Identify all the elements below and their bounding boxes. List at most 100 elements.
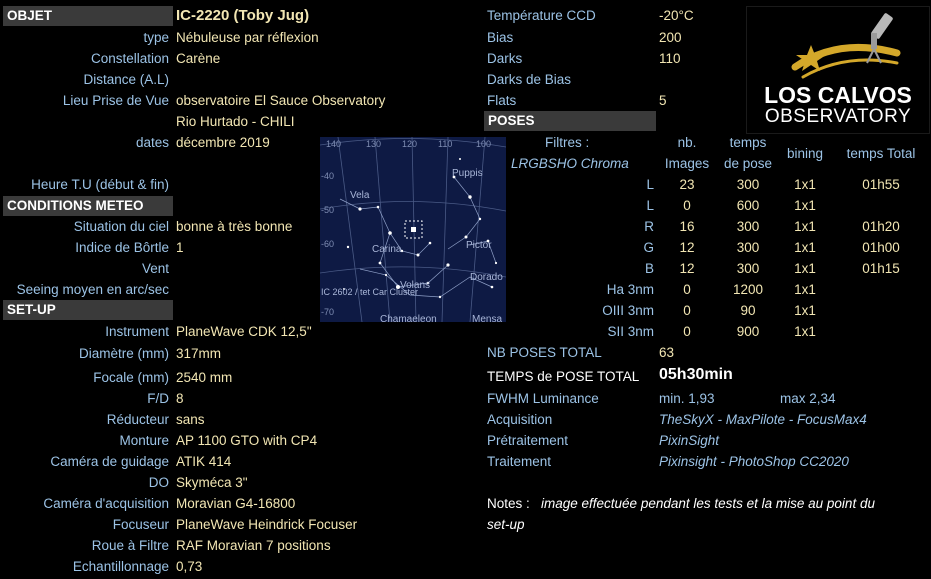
label-focuseur: Focuseur	[112, 517, 169, 532]
col-header-temps: temps	[729, 135, 767, 150]
value-bortle: 1	[176, 240, 184, 255]
value-pretraitement: PixinSight	[659, 433, 720, 448]
label-reducteur: Réducteur	[106, 412, 169, 427]
pose-time: 600	[736, 198, 760, 213]
pose-time: 1200	[732, 282, 764, 297]
notes-line-2: set-up	[487, 517, 525, 532]
pose-total: 01h55	[862, 177, 900, 192]
section-header-meteo: CONDITIONS METEO	[3, 196, 173, 216]
label-chamaeleon: Chamaeleon	[380, 314, 437, 322]
value-darks: 110	[659, 51, 681, 66]
pose-nb: 12	[679, 240, 695, 255]
value-flats: 5	[659, 93, 667, 108]
label-camera: Caméra d'acquisition	[43, 496, 169, 511]
label-do: DO	[148, 475, 169, 490]
pose-time: 300	[736, 177, 760, 192]
filter-set: LRGBSHO Chroma	[511, 156, 629, 171]
pose-total: 01h20	[862, 219, 900, 234]
pose-bin: 1x1	[794, 303, 816, 318]
label-darks: Darks	[487, 51, 523, 66]
pose-bin: 1x1	[794, 261, 816, 276]
dec-tick-1: -40	[321, 171, 335, 181]
value-constellation: Carène	[176, 51, 221, 66]
value-fwhm-min: min. 1,93	[659, 391, 715, 406]
value-monture: AP 1100 GTO with CP4	[176, 433, 318, 448]
label-instrument: Instrument	[105, 324, 169, 339]
value-fd: 8	[176, 391, 184, 406]
dec-tick-3: -60	[321, 239, 335, 249]
pose-filter: SII 3nm	[607, 324, 654, 339]
value-nb-poses-total: 63	[659, 345, 675, 360]
pose-filter: G	[643, 240, 654, 255]
label-bortle: Indice de Bôrtle	[75, 240, 169, 255]
pose-time: 300	[736, 261, 760, 276]
label-bias: Bias	[487, 30, 514, 45]
section-header-setup: SET-UP	[3, 300, 173, 320]
pose-time: 300	[736, 240, 760, 255]
pose-total: 01h15	[862, 261, 900, 276]
ra-tick-4: 110	[438, 139, 453, 149]
label-dorado: Dorado	[470, 272, 503, 283]
label-mensa: Mensa	[472, 314, 503, 322]
col-header-depose: de pose	[723, 156, 773, 171]
pose-nb: 23	[679, 177, 695, 192]
pose-nb: 16	[679, 219, 695, 234]
pose-filter: OIII 3nm	[602, 303, 654, 318]
label-type: type	[143, 30, 169, 45]
label-vela: Vela	[350, 190, 370, 201]
value-dates: décembre 2019	[176, 135, 270, 150]
label-nb-poses-total: NB POSES TOTAL	[487, 345, 602, 360]
pose-bin: 1x1	[794, 177, 816, 192]
pose-filter: R	[644, 219, 654, 234]
label-dates: dates	[135, 135, 169, 150]
label-pretraitement: Prétraitement	[487, 433, 569, 448]
star-map-image: 140 130 120 110 100 -40 -50 -60 -70 Pupp…	[320, 137, 506, 322]
col-header-images: Images	[664, 156, 710, 171]
pose-nb: 0	[683, 198, 691, 213]
label-distance: Distance (A.L)	[83, 72, 169, 87]
value-echantillonnage: 0,73	[176, 559, 203, 574]
label-heure: Heure T.U (début & fin)	[31, 177, 169, 192]
pose-time: 90	[740, 303, 756, 318]
pose-total: 01h00	[862, 240, 900, 255]
label-pictor: Pictor	[466, 240, 492, 251]
value-lieu: observatoire El Sauce Observatory	[176, 93, 386, 108]
value-camera: Moravian G4-16800	[176, 496, 296, 511]
dec-tick-2: -50	[321, 205, 335, 215]
label-temperature: Température CCD	[487, 8, 596, 23]
value-reducteur: sans	[176, 412, 205, 427]
value-temps-pose-total: 05h30min	[659, 366, 733, 383]
label-notes: Notes :	[487, 496, 530, 511]
ra-tick-3: 120	[402, 139, 418, 149]
col-header-bining: bining	[786, 146, 824, 161]
value-lieu-2: Rio Hurtado - CHILI	[176, 114, 295, 129]
value-focuseur: PlaneWave Heindrick Focuser	[176, 517, 358, 532]
ra-tick-5: 100	[476, 139, 492, 149]
pose-time: 900	[736, 324, 760, 339]
pose-bin: 1x1	[794, 198, 816, 213]
value-type: Nébuleuse par réflexion	[176, 30, 319, 45]
pose-nb: 0	[683, 282, 691, 297]
label-constellation: Constellation	[90, 51, 169, 66]
value-do: Skyméca 3"	[176, 475, 248, 490]
value-guidage: ATIK 414	[176, 454, 232, 469]
label-vent: Vent	[141, 261, 169, 276]
pose-filter: B	[644, 261, 654, 276]
label-roue: Roue à Filtre	[91, 538, 169, 553]
label-filtres: Filtres :	[545, 135, 590, 150]
label-focale: Focale (mm)	[93, 370, 169, 385]
pose-nb: 12	[679, 261, 695, 276]
label-monture: Monture	[119, 433, 169, 448]
value-roue: RAF Moravian 7 positions	[176, 538, 331, 553]
ra-tick-1: 140	[326, 139, 342, 149]
value-focale: 2540 mm	[176, 370, 233, 385]
label-carina: Carina	[372, 244, 402, 255]
label-echantillonnage: Echantillonnage	[72, 559, 169, 574]
value-bias: 200	[659, 30, 682, 45]
label-seeing: Seeing moyen en arc/sec	[16, 282, 169, 297]
value-fwhm-max: max 2,34	[780, 391, 836, 406]
pose-nb: 0	[683, 303, 691, 318]
observatory-logo: LOS CALVOS OBSERVATORY	[746, 6, 930, 134]
label-guidage: Caméra de guidage	[50, 454, 169, 469]
ra-tick-2: 130	[366, 139, 382, 149]
